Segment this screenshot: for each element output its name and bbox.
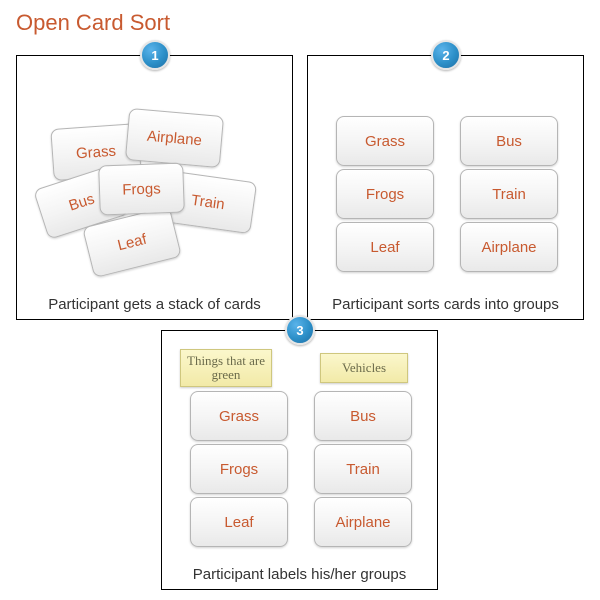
diagram-title: Open Card Sort bbox=[16, 10, 170, 36]
diagram-root: Open Card Sort 1 Grass Airplane Bus Trai… bbox=[0, 0, 600, 600]
card-label: Bus bbox=[350, 408, 376, 425]
card-label: Grass bbox=[75, 142, 116, 162]
card: Leaf bbox=[336, 222, 434, 272]
card: Train bbox=[460, 169, 558, 219]
card-label: Frogs bbox=[122, 180, 161, 198]
card-label: Train bbox=[190, 191, 226, 213]
card-label: Airplane bbox=[146, 127, 202, 149]
step-number: 3 bbox=[296, 323, 303, 338]
card: Airplane bbox=[460, 222, 558, 272]
group-label-note: Things that are green bbox=[180, 349, 272, 387]
step-number: 2 bbox=[442, 48, 449, 63]
step-panel-2: 2 Grass Frogs Leaf Bus Train Airplane Pa… bbox=[307, 55, 584, 320]
card-label: Train bbox=[492, 186, 526, 203]
step-caption: Participant gets a stack of cards bbox=[17, 296, 292, 313]
card: Grass bbox=[190, 391, 288, 441]
card-label: Airplane bbox=[335, 514, 390, 531]
step-badge-1: 1 bbox=[140, 40, 170, 70]
group-label-text: Vehicles bbox=[342, 361, 386, 375]
group-label-note: Vehicles bbox=[320, 353, 408, 383]
card-label: Leaf bbox=[370, 239, 399, 256]
card-label: Train bbox=[346, 461, 380, 478]
card-label: Grass bbox=[365, 133, 405, 150]
step-number: 1 bbox=[151, 48, 158, 63]
step-panel-3: 3 Things that are green Vehicles Grass F… bbox=[161, 330, 438, 590]
card: Bus bbox=[314, 391, 412, 441]
step-panel-1: 1 Grass Airplane Bus Train Frogs Leaf Pa… bbox=[16, 55, 293, 320]
card-label: Leaf bbox=[116, 230, 148, 254]
card: Airplane bbox=[125, 108, 224, 168]
step-badge-2: 2 bbox=[431, 40, 461, 70]
card-label: Grass bbox=[219, 408, 259, 425]
step-badge-3: 3 bbox=[285, 315, 315, 345]
card-label: Frogs bbox=[220, 461, 258, 478]
card-label: Airplane bbox=[481, 239, 536, 256]
card: Leaf bbox=[190, 497, 288, 547]
card-label: Bus bbox=[496, 133, 522, 150]
card: Grass bbox=[336, 116, 434, 166]
step-caption: Participant sorts cards into groups bbox=[308, 296, 583, 313]
step-caption: Participant labels his/her groups bbox=[162, 566, 437, 583]
group-label-text: Things that are green bbox=[185, 354, 267, 383]
card: Train bbox=[314, 444, 412, 494]
card: Frogs bbox=[190, 444, 288, 494]
card: Bus bbox=[460, 116, 558, 166]
card: Airplane bbox=[314, 497, 412, 547]
card-label: Leaf bbox=[224, 514, 253, 531]
card: Frogs bbox=[98, 163, 185, 216]
card-label: Frogs bbox=[366, 186, 404, 203]
card: Frogs bbox=[336, 169, 434, 219]
card-label: Bus bbox=[67, 190, 97, 214]
